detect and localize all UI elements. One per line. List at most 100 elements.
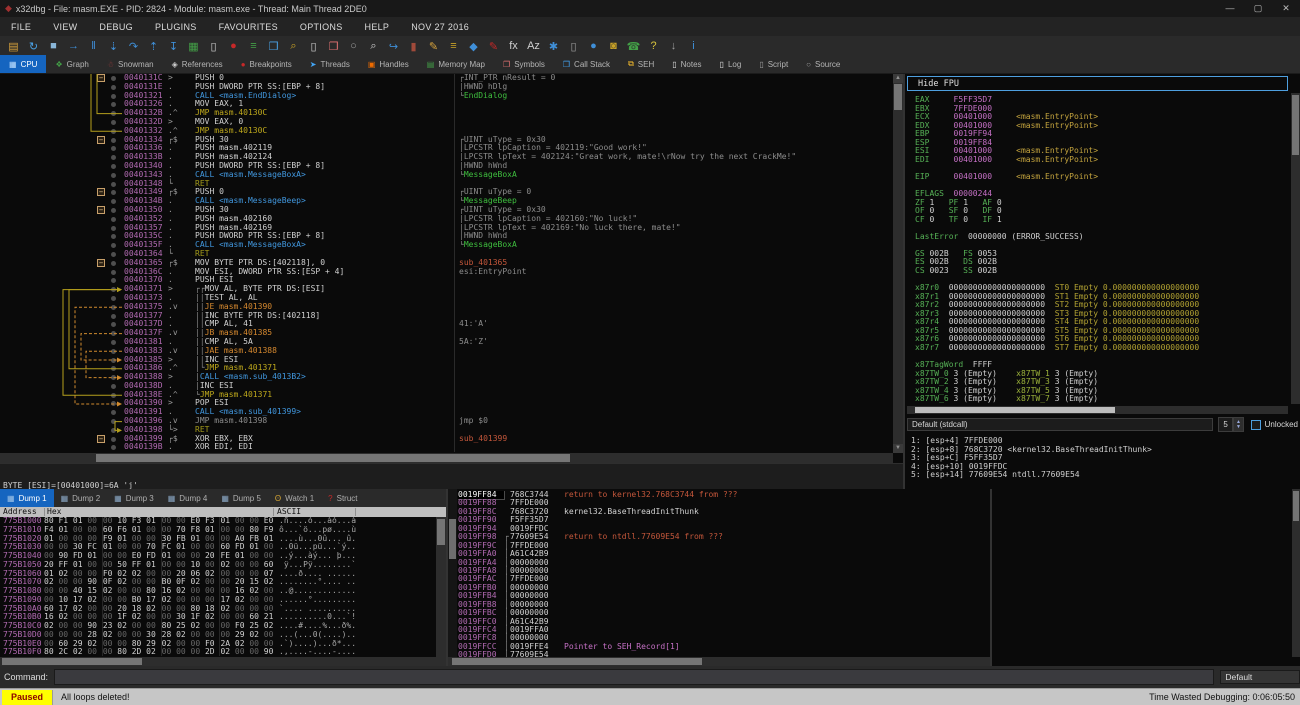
breakpoint-dot[interactable] (111, 217, 116, 222)
registers-vscrollbar[interactable] (1291, 93, 1300, 404)
scroll-handle[interactable] (449, 519, 456, 559)
snowman-button[interactable]: ▮ (404, 38, 423, 54)
breakpoint-dot[interactable] (111, 182, 116, 187)
breakpoint-dot[interactable] (111, 331, 116, 336)
breakpoint-dot[interactable] (111, 76, 116, 81)
breakpoint-dot[interactable] (111, 349, 116, 354)
annotate-button[interactable]: ✎ (484, 38, 503, 54)
tab-handles[interactable]: ▣Handles (359, 55, 418, 73)
log-window-button[interactable]: ▯ (204, 38, 223, 54)
scroll-handle[interactable] (1293, 491, 1299, 521)
breakpoint-dot[interactable] (111, 146, 116, 151)
close-button[interactable]: ■ (44, 38, 63, 54)
tab-dump-3[interactable]: ▦Dump 3 (107, 489, 161, 507)
breakpoint-dot[interactable] (111, 287, 116, 292)
breakpoint-dot[interactable] (111, 129, 116, 134)
tab-struct[interactable]: ?Struct (321, 489, 364, 507)
fold-toggle-icon[interactable]: − (97, 206, 105, 214)
fold-toggle-icon[interactable]: − (97, 188, 105, 196)
breakpoint-dot[interactable] (111, 375, 116, 380)
tab-seh[interactable]: ⧉SEH (619, 55, 663, 73)
stack-vscrollbar[interactable] (448, 489, 457, 657)
menu-plugins[interactable]: PLUGINS (144, 22, 208, 32)
unlocked-checkbox[interactable] (1251, 420, 1261, 430)
page-button[interactable]: ▯ (564, 38, 583, 54)
breakpoint-dot[interactable] (111, 366, 116, 371)
scroll-down-icon[interactable]: ▼ (893, 444, 903, 453)
tab-dump-4[interactable]: ▦Dump 4 (161, 489, 215, 507)
tab-watch-1[interactable]: ʘWatch 1 (268, 489, 321, 507)
breakpoint-dot[interactable] (111, 199, 116, 204)
seh-chain-button[interactable]: ⌕ (284, 38, 303, 54)
pause-button[interactable]: ‖ (84, 38, 103, 54)
fold-toggle-icon[interactable]: − (97, 136, 105, 144)
fold-toggle-icon[interactable]: − (97, 435, 105, 443)
memory-grid-button[interactable]: ▦ (184, 38, 203, 54)
stack-argument-row[interactable]: 5: [esp+14] 77609E54 ntdll.77609E54 (911, 471, 1296, 480)
menu-options[interactable]: OPTIONS (289, 22, 354, 32)
tab-call-stack[interactable]: ❒Call Stack (554, 55, 619, 73)
breakpoint-dot[interactable] (111, 384, 116, 389)
scroll-handle[interactable] (96, 454, 570, 462)
dock-vscrollbar[interactable] (1292, 489, 1300, 657)
breakpoint-dot[interactable] (111, 410, 116, 415)
breakpoint-dot[interactable] (111, 252, 116, 257)
breakpoint-dot[interactable] (111, 164, 116, 169)
scroll-handle[interactable] (2, 658, 142, 665)
menu-nov-27-2016[interactable]: NOV 27 2016 (400, 22, 480, 32)
breakpoint-dot[interactable] (111, 234, 116, 239)
symbols-button[interactable]: ❐ (324, 38, 343, 54)
scroll-handle[interactable] (437, 519, 445, 545)
tab-references[interactable]: ◈References (163, 55, 232, 73)
threads-button[interactable]: ↪ (384, 38, 403, 54)
tab-dump-1[interactable]: ▦Dump 1 (0, 489, 54, 507)
tab-script[interactable]: ▯Script (750, 55, 797, 73)
patch-button[interactable]: ✎ (424, 38, 443, 54)
register-line[interactable]: CS 0023 SS 002B (915, 267, 1290, 276)
register-line[interactable]: x87r7 00000000000000000000 ST7 Empty 0.0… (915, 344, 1290, 353)
help-button[interactable]: ? (644, 38, 663, 54)
breakpoint-dot[interactable] (111, 138, 116, 143)
register-line[interactable]: EDI 00401000 <masm.EntryPoint> (915, 156, 1290, 165)
breakpoint-dot[interactable] (111, 314, 116, 319)
call-stack-button[interactable]: ❒ (264, 38, 283, 54)
menu-view[interactable]: VIEW (42, 22, 88, 32)
bulb-button[interactable]: ● (584, 38, 603, 54)
registers-hscrollbar[interactable] (907, 406, 1288, 414)
breakpoint-dot[interactable] (111, 278, 116, 283)
run-to-user-code-button[interactable]: ↧ (164, 38, 183, 54)
compare-button[interactable]: ◆ (464, 38, 483, 54)
breakpoint-dot[interactable] (111, 419, 116, 424)
tab-cpu[interactable]: ▦CPU (0, 55, 46, 73)
maximize-button[interactable]: ▢ (1244, 3, 1272, 14)
tab-graph[interactable]: ❖Graph (46, 55, 97, 73)
breakpoint-dot[interactable] (111, 393, 116, 398)
tab-memory-map[interactable]: ▤Memory Map (418, 55, 494, 73)
step-over-button[interactable]: ↷ (124, 38, 143, 54)
call-button[interactable]: ☎ (624, 38, 643, 54)
breakpoint-dot[interactable] (111, 305, 116, 310)
script-button[interactable]: ▯ (304, 38, 323, 54)
step-into-button[interactable]: ⇣ (104, 38, 123, 54)
tab-dump-5[interactable]: ▦Dump 5 (214, 489, 268, 507)
font-button[interactable]: Az (524, 38, 543, 54)
scroll-up-icon[interactable]: ▲ (893, 74, 903, 83)
breakpoint-dot[interactable] (111, 120, 116, 125)
restart-button[interactable]: ↻ (24, 38, 43, 54)
breakpoint-dot[interactable] (111, 445, 116, 450)
menu-file[interactable]: FILE (0, 22, 42, 32)
references-button[interactable]: ⌕ (364, 38, 383, 54)
register-line[interactable]: EIP 00401000 <masm.EntryPoint> (915, 173, 1290, 182)
dump-vscrollbar[interactable] (436, 517, 446, 657)
hide-fpu-button[interactable]: Hide FPU (907, 76, 1288, 91)
fx-button[interactable]: fx (504, 38, 523, 54)
fold-toggle-icon[interactable]: − (97, 259, 105, 267)
memory-map-button[interactable]: ≡ (244, 38, 263, 54)
settings-button[interactable]: ✱ (544, 38, 563, 54)
fold-toggle-icon[interactable]: − (97, 74, 105, 82)
tab-symbols[interactable]: ❐Symbols (494, 55, 554, 73)
open-file-button[interactable]: ▤ (4, 38, 23, 54)
download-button[interactable]: ↓ (664, 38, 683, 54)
tab-dump-2[interactable]: ▦Dump 2 (54, 489, 108, 507)
scroll-handle[interactable] (1292, 95, 1299, 155)
